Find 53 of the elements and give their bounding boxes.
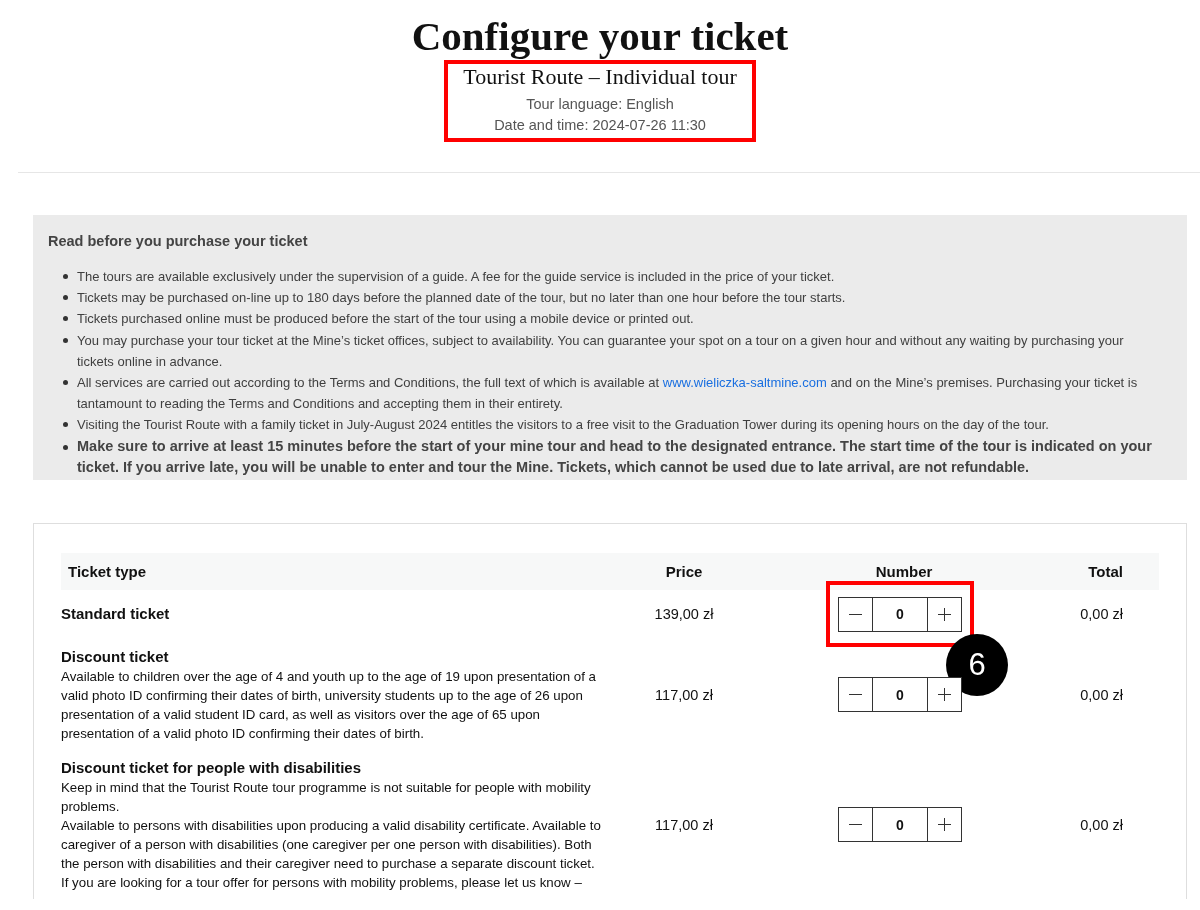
tour-datetime: Date and time: 2024-07-26 11:30: [494, 116, 706, 135]
minus-icon: [849, 613, 862, 615]
bullet-icon: [63, 274, 68, 279]
increase-button[interactable]: [927, 596, 962, 632]
bullet-icon: [63, 316, 68, 322]
ticket-price: 117,00 zł: [654, 816, 714, 833]
ticket-name: Discount ticket for people with disabilities: [61, 757, 363, 778]
quantity-field[interactable]: 0: [873, 807, 927, 843]
column-header: Ticket type: [67, 562, 148, 580]
ticket-total: 0,00 zł: [1079, 816, 1124, 833]
decrease-button[interactable]: [838, 596, 873, 632]
info-text: All services are carried out according to the Terms and Conditions, the full text of which is available at www.wieliczka-saltmine.com and on the Mine’s premises. Purchasing your ticket is tantamount to reading the Terms and Conditions and accepting them in their entirety.: [77, 374, 1139, 414]
ticket-total: 0,00 zł: [1079, 686, 1124, 703]
callout-marker: 6: [946, 633, 1008, 696]
plus-icon: [938, 607, 951, 621]
info-text: The tours are available exclusively under the supervision of a guide. A fee for the guide service is included in the price of your ticket.: [77, 268, 835, 286]
tour-language: Tour language: English: [526, 95, 674, 114]
ticket-total: 0,00 zł: [1079, 606, 1124, 623]
plus-icon: [938, 818, 951, 832]
column-header: Price: [664, 562, 704, 580]
ticket-description: Keep in mind that the Tourist Route tour programme is not suitable for people with mobility problems.: [61, 778, 592, 816]
info-text: You may purchase your tour ticket at the Mine’s ticket offices, subject to availability. You can guarantee your spot on a tour on a given hour and without any waiting by purchasing your tickets online in advance.: [77, 331, 1125, 371]
column-header: Number: [874, 562, 934, 580]
quantity-field[interactable]: 0: [873, 596, 927, 632]
minus-icon: [849, 694, 862, 696]
info-text: Visiting the Tourist Route with a family ticket in July-August 2024 entitles the visitors to a free visit to the Graduation Tower during its opening hours on the day of the tour.: [77, 416, 1049, 435]
info-heading: Read before you purchase your ticket: [48, 232, 309, 250]
decrease-button[interactable]: [838, 807, 873, 843]
ticket-price: 117,00 zł: [654, 686, 714, 703]
tour-name: Tourist Route – Individual tour: [463, 64, 737, 90]
bullet-icon: [63, 295, 68, 301]
bullet-icon: [63, 337, 68, 343]
bullet-icon: [63, 380, 68, 385]
ticket-name: Standard ticket: [61, 604, 171, 625]
quantity-field[interactable]: 0: [873, 677, 927, 713]
ticket-description: If you are looking for a tour offer for persons with mobility problems, please let us know –: [61, 873, 583, 892]
important-notice: Make sure to arrive at least 15 minutes before the start of your mine tour and head to the designated entrance. The start time of the tour is indicated on your ticket. If you arrive late, you will be unable to enter and tour the Mine. Tickets, which cannot be used due to late arrival, are not refundable.: [77, 436, 1152, 477]
column-header: Total: [1087, 562, 1124, 580]
increase-button[interactable]: [927, 677, 962, 713]
website-link[interactable]: www.wieliczka-saltmine.com: [662, 375, 827, 390]
plus-icon: [938, 688, 951, 702]
info-text: Tickets may be purchased on-line up to 180 days before the planned date of the tour, but no later than one hour before the tour starts.: [77, 289, 846, 308]
increase-button[interactable]: [927, 807, 962, 843]
ticket-name: Discount ticket: [61, 646, 170, 667]
minus-icon: [849, 824, 862, 826]
decrease-button[interactable]: [838, 677, 873, 713]
bullet-icon: [63, 422, 68, 428]
info-text: Tickets purchased online must be produced before the start of the tour using a mobile device or printed out.: [77, 310, 694, 329]
page-title: Configure your ticket: [411, 14, 789, 58]
bullet-icon: [63, 444, 68, 450]
ticket-description: Available to persons with disabilities upon producing a valid disability certificate. Available to caregiver of a person with disabilities (one caregiver per one person with disabilities). Both the person with disabilities and their caregiver need to purchase a separate discount ticket.: [61, 816, 602, 873]
ticket-description: Available to children over the age of 4 and youth up to the age of 19 upon presentation of a valid photo ID confirming their dates of birth, university students up to the age of 26 upon presentation of a valid student ID card, as well as visitors over the age of 65 upon presentation of a valid photo ID confirming their dates of birth.: [61, 667, 597, 743]
ticket-price: 139,00 zł: [653, 606, 715, 623]
